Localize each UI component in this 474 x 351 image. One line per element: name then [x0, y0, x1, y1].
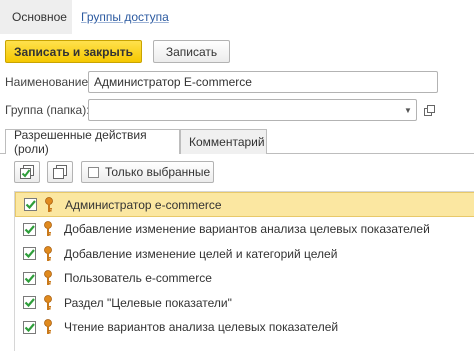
key-icon: [43, 294, 53, 311]
role-checkbox[interactable]: [23, 222, 36, 236]
tab-comment[interactable]: Комментарий: [180, 129, 267, 154]
role-label: Раздел "Целевые показатели": [64, 295, 232, 310]
key-icon: [43, 270, 53, 286]
uncheck-all-icon[interactable]: [47, 161, 73, 183]
checkmark-icon: [25, 200, 36, 210]
role-row[interactable]: Чтение вариантов анализа целевых показат…: [15, 315, 474, 340]
only-selected-checkbox[interactable]: [88, 166, 99, 178]
role-label: Чтение вариантов анализа целевых показат…: [64, 320, 339, 334]
checkmark-icon: [24, 273, 35, 283]
roles-list: Администратор e-commerce Добавление измен…: [14, 191, 474, 351]
key-icon: [43, 319, 53, 335]
role-row[interactable]: Добавление изменение вариантов анализа ц…: [15, 217, 474, 242]
name-field[interactable]: Администратор E-commerce: [88, 71, 438, 93]
key-icon: [44, 196, 54, 213]
name-label: Наименование:: [5, 75, 92, 89]
key-icon: [43, 245, 53, 262]
tab-main[interactable]: Основное: [0, 0, 72, 34]
key-icon: [43, 221, 53, 237]
form-tabs: Основное Группы доступа: [0, 0, 474, 34]
role-row[interactable]: Добавление изменение целей и категорий ц…: [15, 241, 474, 266]
tab-roles[interactable]: Разрешенные действия (роли): [5, 128, 180, 156]
role-row[interactable]: Раздел "Целевые показатели": [15, 290, 474, 315]
save-button[interactable]: Записать: [153, 40, 230, 63]
role-checkbox[interactable]: [24, 198, 37, 211]
checkmark-icon: [24, 322, 35, 332]
group-label: Группа (папка):: [5, 103, 90, 117]
group-field[interactable]: [88, 99, 417, 121]
role-label: Администратор e-commerce: [65, 197, 222, 212]
checkmark-icon: [24, 224, 35, 234]
role-checkbox[interactable]: [23, 271, 36, 285]
checkmark-icon: [24, 298, 35, 308]
role-row[interactable]: Пользователь e-commerce: [15, 266, 474, 291]
role-label: Добавление изменение целей и категорий ц…: [64, 246, 338, 261]
only-selected-label: Только выбранные: [105, 165, 211, 179]
triangle-down-icon[interactable]: ▼: [398, 99, 418, 121]
role-label: Добавление изменение вариантов анализа ц…: [64, 222, 430, 236]
open-form-icon[interactable]: [420, 99, 438, 121]
role-checkbox[interactable]: [23, 296, 36, 309]
save-and-close-button[interactable]: Записать и закрыть: [5, 40, 142, 63]
role-checkbox[interactable]: [23, 320, 36, 334]
tab-access-groups[interactable]: Группы доступа: [81, 10, 169, 24]
role-label: Пользователь e-commerce: [64, 271, 212, 285]
check-all-icon[interactable]: [14, 161, 40, 183]
only-selected-toggle[interactable]: Только выбранные: [81, 161, 214, 183]
checkmark-icon: [24, 249, 35, 259]
role-checkbox[interactable]: [23, 247, 36, 260]
role-row[interactable]: Администратор e-commerce: [15, 192, 474, 217]
